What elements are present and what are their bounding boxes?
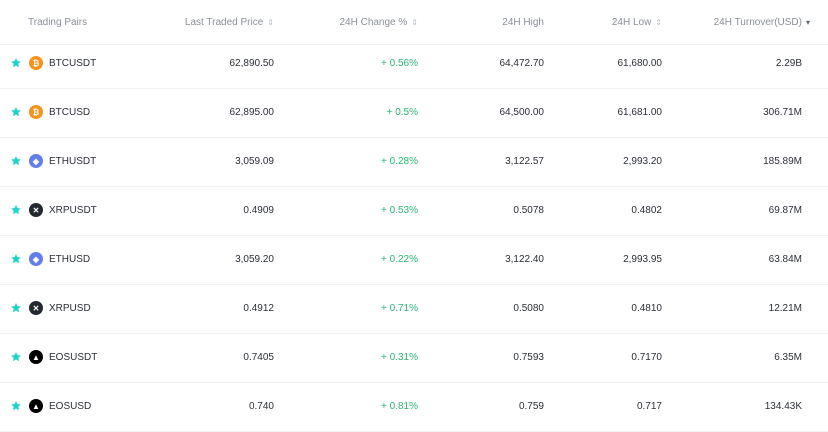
bitcoin-icon: ₿ bbox=[29, 56, 43, 70]
low-24h: 0.7170 bbox=[631, 352, 662, 363]
last-traded-price: 3,059.20 bbox=[235, 254, 274, 265]
table-header: Trading Pairs Last Traded Price ⇕ 24H Cha… bbox=[0, 0, 828, 45]
last-traded-price: 0.4909 bbox=[243, 205, 274, 216]
high-24h: 0.7593 bbox=[513, 352, 544, 363]
column-header-24h-change[interactable]: 24H Change % ⇕ bbox=[339, 17, 418, 29]
pair-name[interactable]: EOSUSDT bbox=[49, 352, 97, 364]
pair-name[interactable]: ETHUSD bbox=[49, 254, 90, 266]
low-24h: 61,681.00 bbox=[617, 107, 663, 118]
xrp-icon: ✕ bbox=[29, 301, 43, 315]
high-24h: 0.5078 bbox=[513, 205, 544, 216]
column-header-24h-high[interactable]: 24H High bbox=[502, 17, 544, 29]
sort-descending-icon[interactable]: ▾ bbox=[806, 17, 810, 29]
favorite-star-icon[interactable] bbox=[10, 155, 22, 167]
column-header-24h-turnover[interactable]: 24H Turnover(USD) ▾ bbox=[714, 17, 810, 29]
favorite-star-icon[interactable] bbox=[10, 57, 22, 69]
high-24h: 0.5080 bbox=[513, 303, 544, 314]
pair-name[interactable]: ETHUSDT bbox=[49, 156, 96, 168]
high-24h: 64,500.00 bbox=[499, 107, 545, 118]
pair-name[interactable]: BTCUSDT bbox=[49, 58, 96, 70]
high-24h: 64,472.70 bbox=[499, 58, 545, 69]
turnover-24h: 69.87M bbox=[768, 205, 802, 216]
sort-icon[interactable]: ⇕ bbox=[411, 17, 418, 29]
table-row[interactable]: ✕ XRPUSD 0.4912 + 0.71% 0.5080 0.4810 12… bbox=[0, 285, 828, 334]
low-24h: 61,680.00 bbox=[617, 58, 663, 69]
table-row[interactable]: ₿ BTCUSDT 62,890.50 + 0.56% 64,472.70 61… bbox=[0, 40, 828, 89]
high-24h: 3,122.57 bbox=[505, 156, 544, 167]
change-24h: + 0.22% bbox=[381, 254, 418, 265]
column-header-trading-pairs[interactable]: Trading Pairs bbox=[28, 17, 87, 29]
pair-name[interactable]: BTCUSD bbox=[49, 107, 90, 119]
low-24h: 0.4802 bbox=[631, 205, 662, 216]
last-traded-price: 62,890.50 bbox=[229, 58, 275, 69]
pair-name[interactable]: XRPUSDT bbox=[49, 205, 97, 217]
change-24h: + 0.56% bbox=[381, 58, 418, 69]
column-header-last-traded-price[interactable]: Last Traded Price ⇕ bbox=[185, 17, 274, 29]
ethereum-icon: ◆ bbox=[29, 252, 43, 266]
eos-icon: ▲ bbox=[29, 399, 43, 413]
sort-icon[interactable]: ⇕ bbox=[655, 17, 662, 29]
table-row[interactable]: ▲ EOSUSD 0.740 + 0.81% 0.759 0.717 134.4… bbox=[0, 383, 828, 432]
turnover-24h: 2.29B bbox=[775, 58, 802, 69]
xrp-icon: ✕ bbox=[29, 203, 43, 217]
column-header-24h-low[interactable]: 24H Low ⇕ bbox=[612, 17, 662, 29]
last-traded-price: 62,895.00 bbox=[229, 107, 275, 118]
table-row[interactable]: ✕ XRPUSDT 0.4909 + 0.53% 0.5078 0.4802 6… bbox=[0, 187, 828, 236]
low-24h: 2,993.95 bbox=[623, 254, 662, 265]
pair-name[interactable]: EOSUSD bbox=[49, 401, 91, 413]
table-row[interactable]: ₿ BTCUSD 62,895.00 + 0.5% 64,500.00 61,6… bbox=[0, 89, 828, 138]
sort-icon[interactable]: ⇕ bbox=[267, 17, 274, 29]
change-24h: + 0.53% bbox=[381, 205, 418, 216]
turnover-24h: 6.35M bbox=[774, 352, 802, 363]
last-traded-price: 3,059.09 bbox=[235, 156, 274, 167]
last-traded-price: 0.740 bbox=[248, 401, 274, 412]
turnover-24h: 185.89M bbox=[763, 156, 802, 167]
low-24h: 0.717 bbox=[636, 401, 662, 412]
favorite-star-icon[interactable] bbox=[10, 400, 22, 412]
favorite-star-icon[interactable] bbox=[10, 351, 22, 363]
low-24h: 0.4810 bbox=[631, 303, 662, 314]
table-row[interactable]: ◆ ETHUSDT 3,059.09 + 0.28% 3,122.57 2,99… bbox=[0, 138, 828, 187]
ethereum-icon: ◆ bbox=[29, 154, 43, 168]
low-24h: 2,993.20 bbox=[623, 156, 662, 167]
turnover-24h: 306.71M bbox=[763, 107, 802, 118]
pair-name[interactable]: XRPUSD bbox=[49, 303, 91, 315]
favorite-star-icon[interactable] bbox=[10, 302, 22, 314]
high-24h: 0.759 bbox=[518, 401, 544, 412]
change-24h: + 0.31% bbox=[381, 352, 418, 363]
change-24h: + 0.5% bbox=[386, 107, 418, 118]
table-row[interactable]: ▲ EOSUSDT 0.7405 + 0.31% 0.7593 0.7170 6… bbox=[0, 334, 828, 383]
eos-icon: ▲ bbox=[29, 350, 43, 364]
favorite-star-icon[interactable] bbox=[10, 204, 22, 216]
high-24h: 3,122.40 bbox=[505, 254, 544, 265]
turnover-24h: 134.43K bbox=[764, 401, 802, 412]
turnover-24h: 12.21M bbox=[768, 303, 802, 314]
change-24h: + 0.71% bbox=[381, 303, 418, 314]
table-body: ₿ BTCUSDT 62,890.50 + 0.56% 64,472.70 61… bbox=[0, 40, 828, 432]
last-traded-price: 0.7405 bbox=[243, 352, 274, 363]
market-table: Trading Pairs Last Traded Price ⇕ 24H Cha… bbox=[0, 0, 828, 432]
bitcoin-icon: ₿ bbox=[29, 105, 43, 119]
favorite-star-icon[interactable] bbox=[10, 253, 22, 265]
last-traded-price: 0.4912 bbox=[243, 303, 274, 314]
change-24h: + 0.81% bbox=[381, 401, 418, 412]
change-24h: + 0.28% bbox=[381, 156, 418, 167]
turnover-24h: 63.84M bbox=[768, 254, 802, 265]
favorite-star-icon[interactable] bbox=[10, 106, 22, 118]
table-row[interactable]: ◆ ETHUSD 3,059.20 + 0.22% 3,122.40 2,993… bbox=[0, 236, 828, 285]
